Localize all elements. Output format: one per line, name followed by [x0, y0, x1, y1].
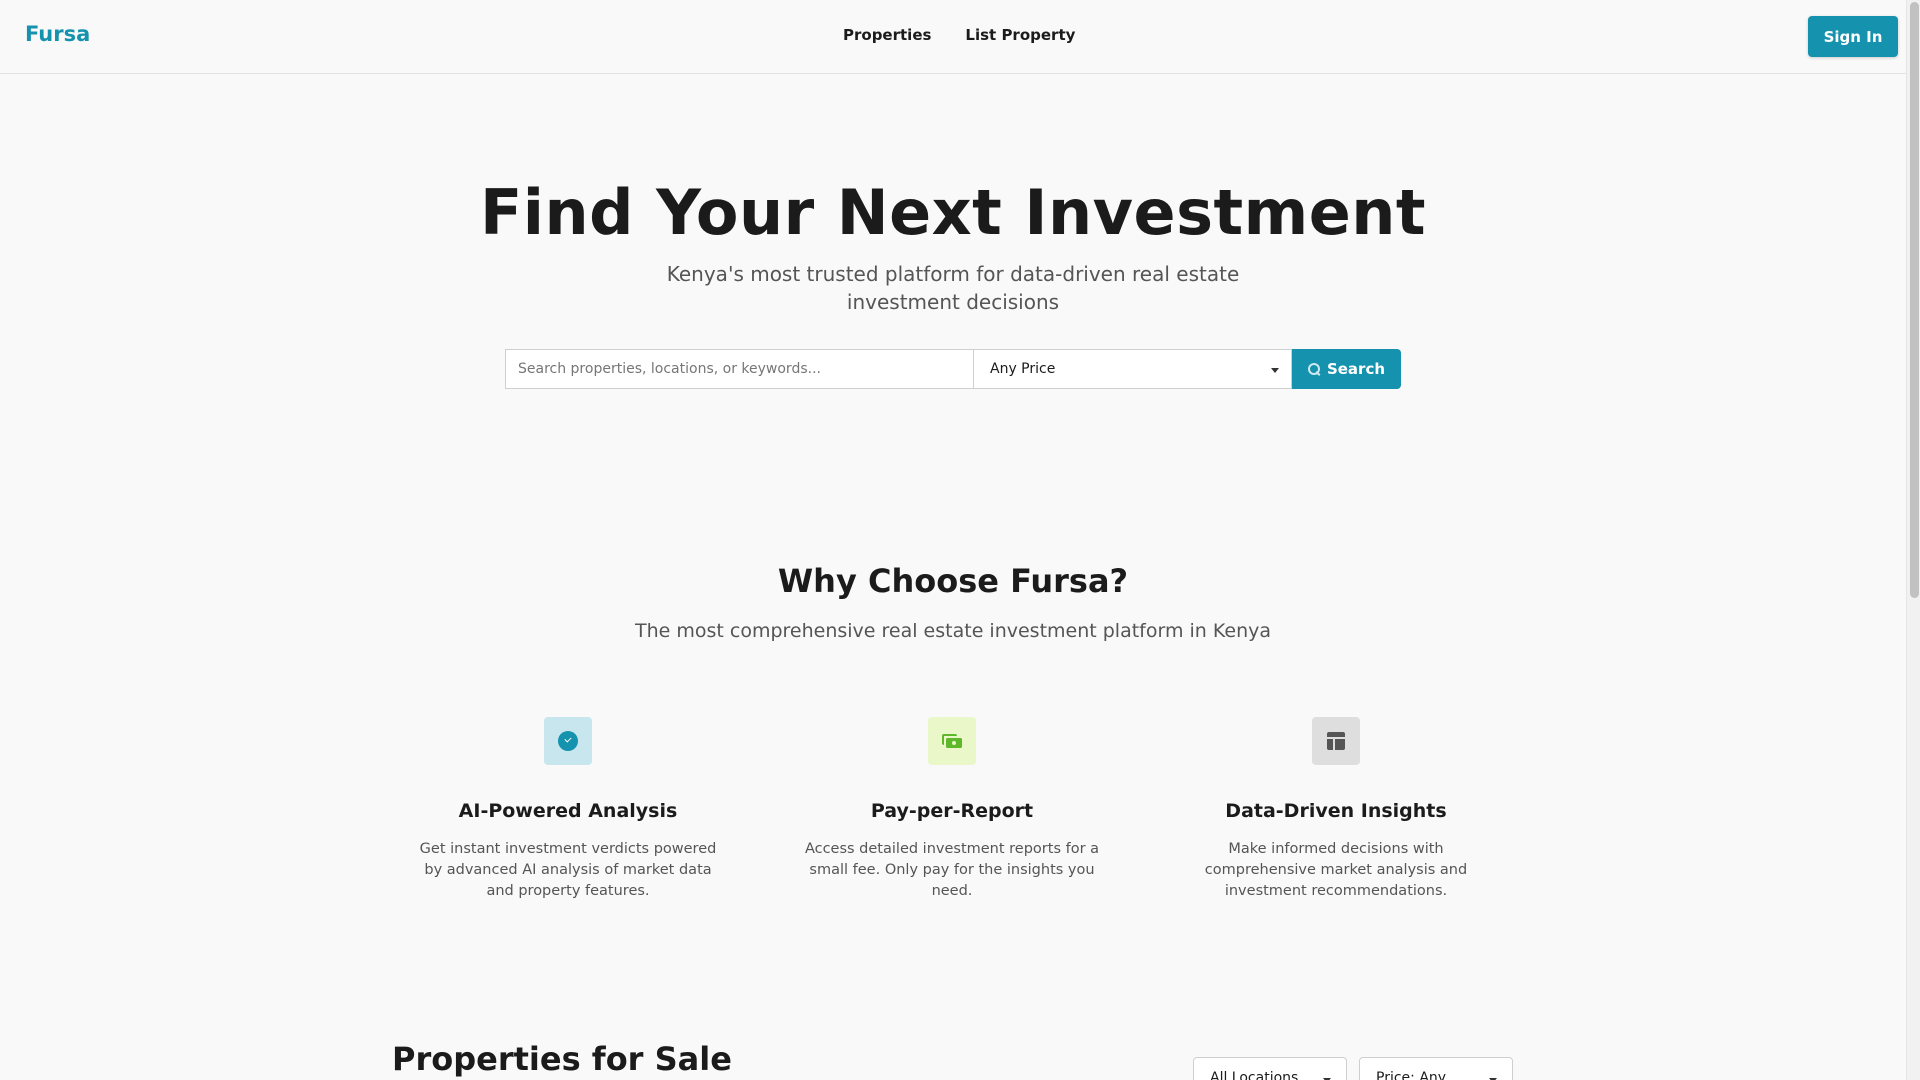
feature-card-pay-per-report: Pay-per-Report Access detailed investmen…	[802, 717, 1102, 902]
search-button[interactable]: Search	[1292, 349, 1401, 389]
sign-in-button[interactable]: Sign In	[1808, 16, 1898, 57]
why-choose-subtitle: The most comprehensive real estate inves…	[634, 620, 1272, 642]
money-icon	[942, 734, 962, 748]
feature-card-data-insights: Data-Driven Insights Make informed decis…	[1186, 717, 1486, 902]
feature-description: Get instant investment verdicts powered …	[419, 841, 717, 899]
feature-title: Pay-per-Report	[870, 800, 1034, 822]
search-input[interactable]	[505, 349, 973, 389]
why-choose-title: Why Choose Fursa?	[777, 562, 1129, 600]
check-circle-icon	[558, 731, 578, 751]
price-select[interactable]: Any Price	[973, 349, 1292, 389]
search-icon	[1307, 363, 1320, 375]
nav-link-list-property[interactable]: List Property	[965, 26, 1075, 44]
brand-logo[interactable]: Fursa	[25, 22, 90, 46]
location-filter-select[interactable]: All Locations	[1193, 1057, 1347, 1080]
page: Fursa Properties List Property Sign In F…	[0, 0, 1920, 1080]
nav-link-properties[interactable]: Properties	[843, 26, 931, 44]
layout-icon	[1327, 732, 1345, 750]
feature-icon-box	[544, 717, 592, 765]
price-filter-value: Price: Any	[1376, 1070, 1447, 1080]
scrollbar-thumb[interactable]	[1910, 2, 1919, 598]
feature-icon-box	[1312, 717, 1360, 765]
feature-description: Make informed decisions with comprehensi…	[1204, 841, 1468, 899]
properties-title: Properties for Sale	[392, 1040, 732, 1078]
feature-description: Access detailed investment reports for a…	[804, 841, 1100, 899]
hero-title: Find Your Next Investment	[479, 176, 1427, 249]
feature-title: AI-Powered Analysis	[458, 800, 678, 822]
search-button-label: Search	[1326, 360, 1386, 378]
hero-subtitle: Kenya's most trusted platform for data-d…	[666, 262, 1240, 314]
chevron-down-icon	[1271, 368, 1279, 373]
location-filter-value: All Locations	[1210, 1070, 1299, 1080]
price-filter-select[interactable]: Price: Any	[1359, 1057, 1513, 1080]
scrollbar[interactable]	[1906, 0, 1920, 1080]
main-nav: Properties List Property	[843, 26, 1075, 44]
price-select-value: Any Price	[990, 361, 1056, 377]
feature-card-ai-analysis: AI-Powered Analysis Get instant investme…	[418, 717, 718, 902]
feature-title: Data-Driven Insights	[1225, 800, 1447, 822]
feature-icon-box	[928, 717, 976, 765]
top-navbar: Fursa Properties List Property Sign In	[0, 0, 1906, 74]
